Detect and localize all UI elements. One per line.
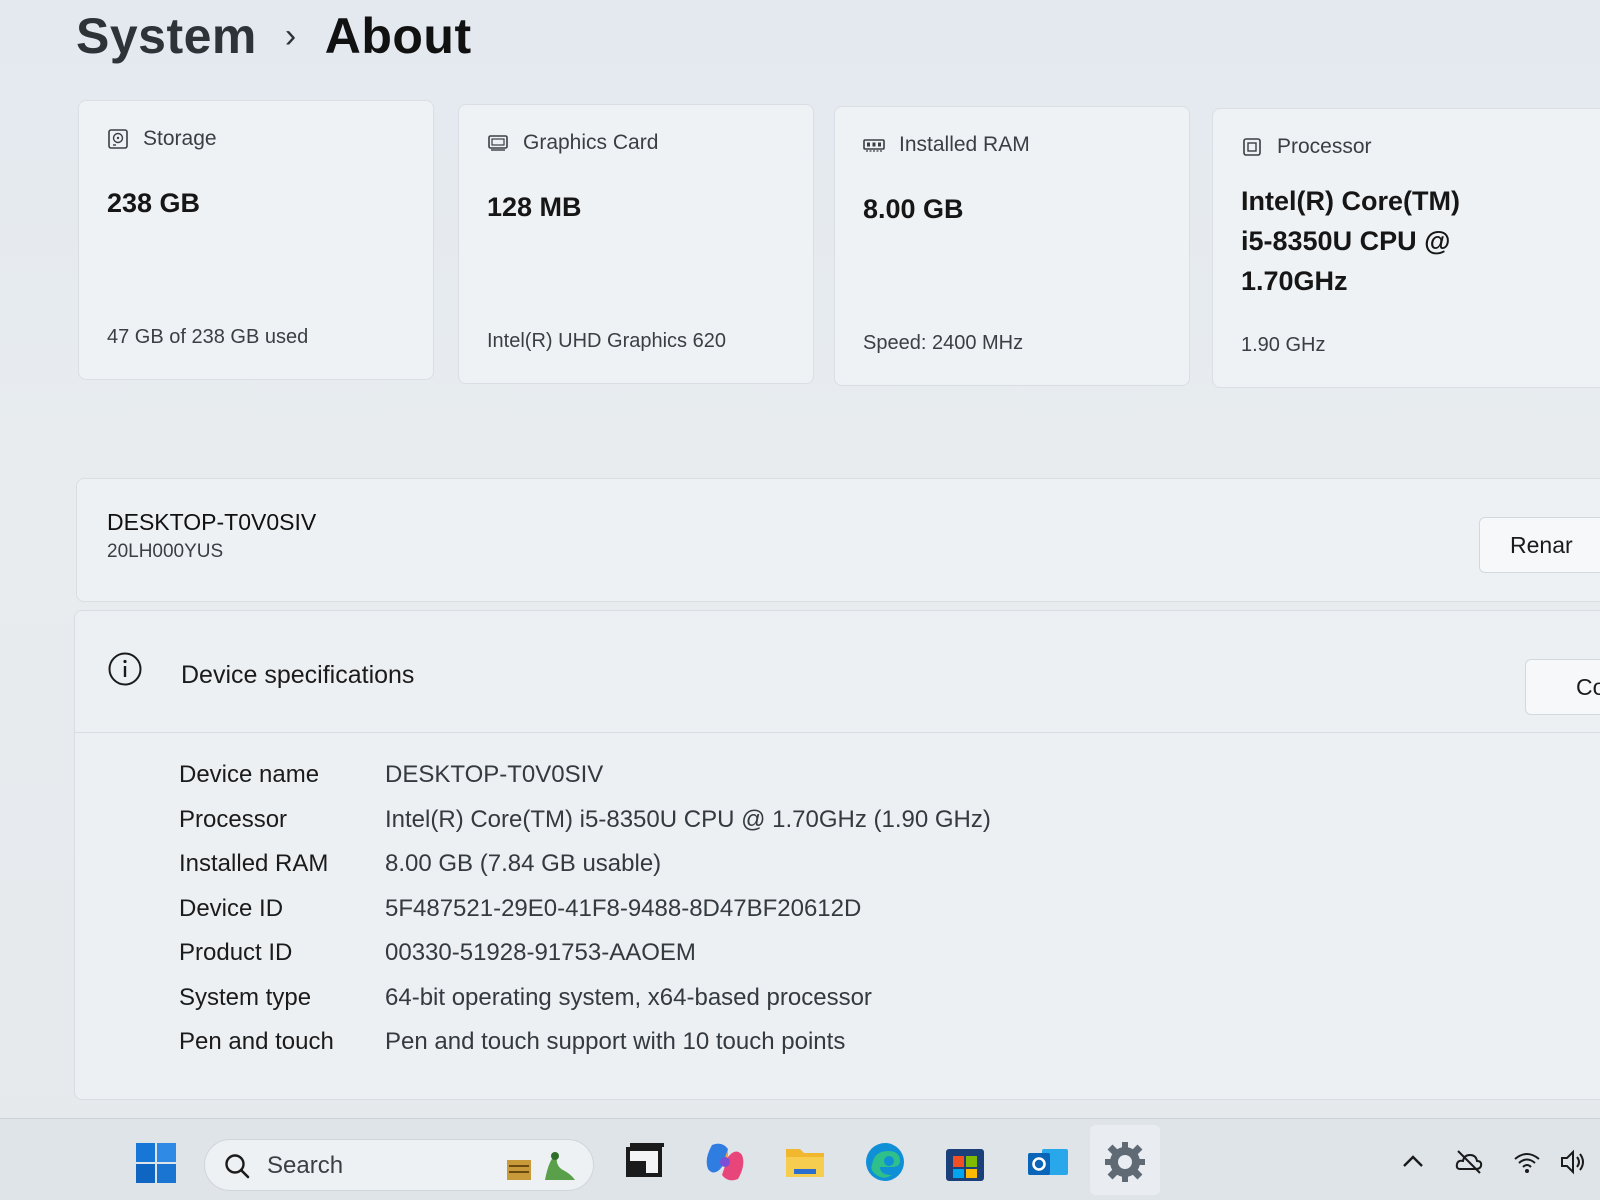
chevron-up-icon[interactable] bbox=[1398, 1147, 1428, 1177]
spec-value[interactable]: DESKTOP-T0V0SIV bbox=[385, 761, 603, 789]
spec-row: System type 64-bit operating system, x64… bbox=[179, 976, 991, 1021]
spec-cards: Storage 238 GB 47 GB of 238 GB used Grap… bbox=[78, 100, 1600, 388]
page-title: About bbox=[324, 8, 472, 64]
processor-line: i5-8350U CPU @ bbox=[1241, 226, 1451, 256]
wifi-icon[interactable] bbox=[1512, 1147, 1542, 1177]
spec-label: Installed RAM bbox=[179, 850, 329, 878]
spec-row: Product ID 00330-51928-91753-AAOEM bbox=[179, 931, 991, 976]
start-icon[interactable] bbox=[134, 1141, 178, 1185]
graphics-card-card[interactable]: Graphics Card 128 MB Intel(R) UHD Graphi… bbox=[458, 104, 814, 384]
card-title: Graphics Card bbox=[523, 131, 659, 154]
spec-value[interactable]: 5F487521-29E0-41F8-9488-8D47BF20612D bbox=[385, 895, 861, 923]
card-value: 128 MB bbox=[487, 192, 582, 222]
volume-icon[interactable] bbox=[1558, 1147, 1588, 1177]
spec-row: Device name DESKTOP-T0V0SIV bbox=[179, 753, 991, 798]
spec-label: Product ID bbox=[179, 939, 293, 967]
spec-label: Device ID bbox=[179, 894, 284, 922]
taskbar-search-box[interactable]: Search bbox=[204, 1139, 594, 1191]
copilot-icon[interactable] bbox=[702, 1139, 748, 1185]
processor-icon bbox=[1243, 138, 1261, 156]
search-highlight-icon bbox=[507, 1152, 575, 1180]
device-specifications-header[interactable]: Device specifications Co bbox=[75, 611, 1600, 733]
processor-line: 1.70GHz bbox=[1241, 266, 1348, 296]
storage-icon bbox=[108, 129, 128, 149]
card-subtitle: Speed: 2400 MHz bbox=[863, 332, 1024, 354]
spec-value[interactable]: Intel(R) Core(TM) i5-8350U CPU @ 1.70GHz… bbox=[385, 806, 991, 834]
ram-icon bbox=[863, 139, 885, 152]
search-label: Search bbox=[267, 1152, 344, 1179]
spec-value[interactable]: Pen and touch support with 10 touch poin… bbox=[385, 1028, 845, 1056]
installed-ram-card[interactable]: Installed RAM 8.00 GB Speed: 2400 MHz bbox=[834, 106, 1190, 386]
processor-line: Intel(R) Core(TM) bbox=[1241, 186, 1460, 216]
search-icon bbox=[225, 1154, 250, 1179]
spec-label: Device name bbox=[179, 761, 320, 789]
info-icon bbox=[108, 652, 142, 686]
storage-card[interactable]: Storage 238 GB 47 GB of 238 GB used bbox=[78, 100, 434, 380]
settings-about-page: System › About Storage 238 GB 47 GB of 2… bbox=[0, 0, 1600, 1200]
processor-card[interactable]: Processor Intel(R) Core(TM) i5-8350U CPU… bbox=[1212, 108, 1600, 388]
card-title: Storage bbox=[143, 127, 217, 150]
spec-row: Device ID 5F487521-29E0-41F8-9488-8D47BF… bbox=[179, 887, 991, 932]
section-title: Device specifications bbox=[181, 661, 415, 689]
card-subtitle: Intel(R) UHD Graphics 620 bbox=[487, 330, 726, 352]
task-view-icon[interactable] bbox=[622, 1139, 668, 1185]
taskbar: Search bbox=[0, 1118, 1600, 1200]
breadcrumb: System › About bbox=[76, 4, 472, 68]
rename-button[interactable]: Renar bbox=[1479, 517, 1600, 573]
store-icon[interactable] bbox=[942, 1139, 988, 1185]
card-title: Processor bbox=[1277, 135, 1372, 158]
specs-table: Device name DESKTOP-T0V0SIV Processor In… bbox=[179, 753, 991, 1065]
spec-row: Pen and touch Pen and touch support with… bbox=[179, 1020, 991, 1065]
card-value: 238 GB bbox=[107, 188, 201, 218]
spec-value[interactable]: 00330-51928-91753-AAOEM bbox=[385, 939, 696, 967]
spec-label: Processor bbox=[179, 805, 288, 833]
settings-icon[interactable] bbox=[1102, 1139, 1148, 1185]
spec-value[interactable]: 8.00 GB (7.84 GB usable) bbox=[385, 850, 661, 878]
graphics-card-icon bbox=[488, 135, 508, 151]
edge-icon[interactable] bbox=[862, 1139, 908, 1185]
spec-row: Installed RAM 8.00 GB (7.84 GB usable) bbox=[179, 842, 991, 887]
device-name-row: DESKTOP-T0V0SIV 20LH000YUS Renar bbox=[76, 478, 1600, 602]
outlook-icon[interactable] bbox=[1024, 1139, 1070, 1185]
card-value: 8.00 GB bbox=[863, 194, 964, 224]
spec-label: Pen and touch bbox=[179, 1028, 334, 1056]
device-model: 20LH000YUS bbox=[107, 541, 224, 562]
device-specifications-panel: Device specifications Co Device name DES… bbox=[74, 610, 1600, 1100]
copy-button[interactable]: Co bbox=[1525, 659, 1600, 715]
breadcrumb-system[interactable]: System bbox=[76, 7, 257, 65]
card-value: Intel(R) Core(TM) i5-8350U CPU @ 1.70GHz bbox=[1241, 181, 1583, 301]
breadcrumb-separator: › bbox=[284, 16, 297, 55]
card-subtitle: 1.90 GHz bbox=[1241, 334, 1326, 356]
card-subtitle: 47 GB of 238 GB used bbox=[107, 326, 309, 348]
card-title: Installed RAM bbox=[899, 133, 1030, 156]
onedrive-icon[interactable] bbox=[1454, 1147, 1484, 1177]
device-name: DESKTOP-T0V0SIV bbox=[107, 509, 317, 535]
spec-row: Processor Intel(R) Core(TM) i5-8350U CPU… bbox=[179, 798, 991, 843]
spec-label: System type bbox=[179, 983, 312, 1011]
spec-value[interactable]: 64-bit operating system, x64-based proce… bbox=[385, 984, 872, 1012]
file-explorer-icon[interactable] bbox=[782, 1139, 828, 1185]
